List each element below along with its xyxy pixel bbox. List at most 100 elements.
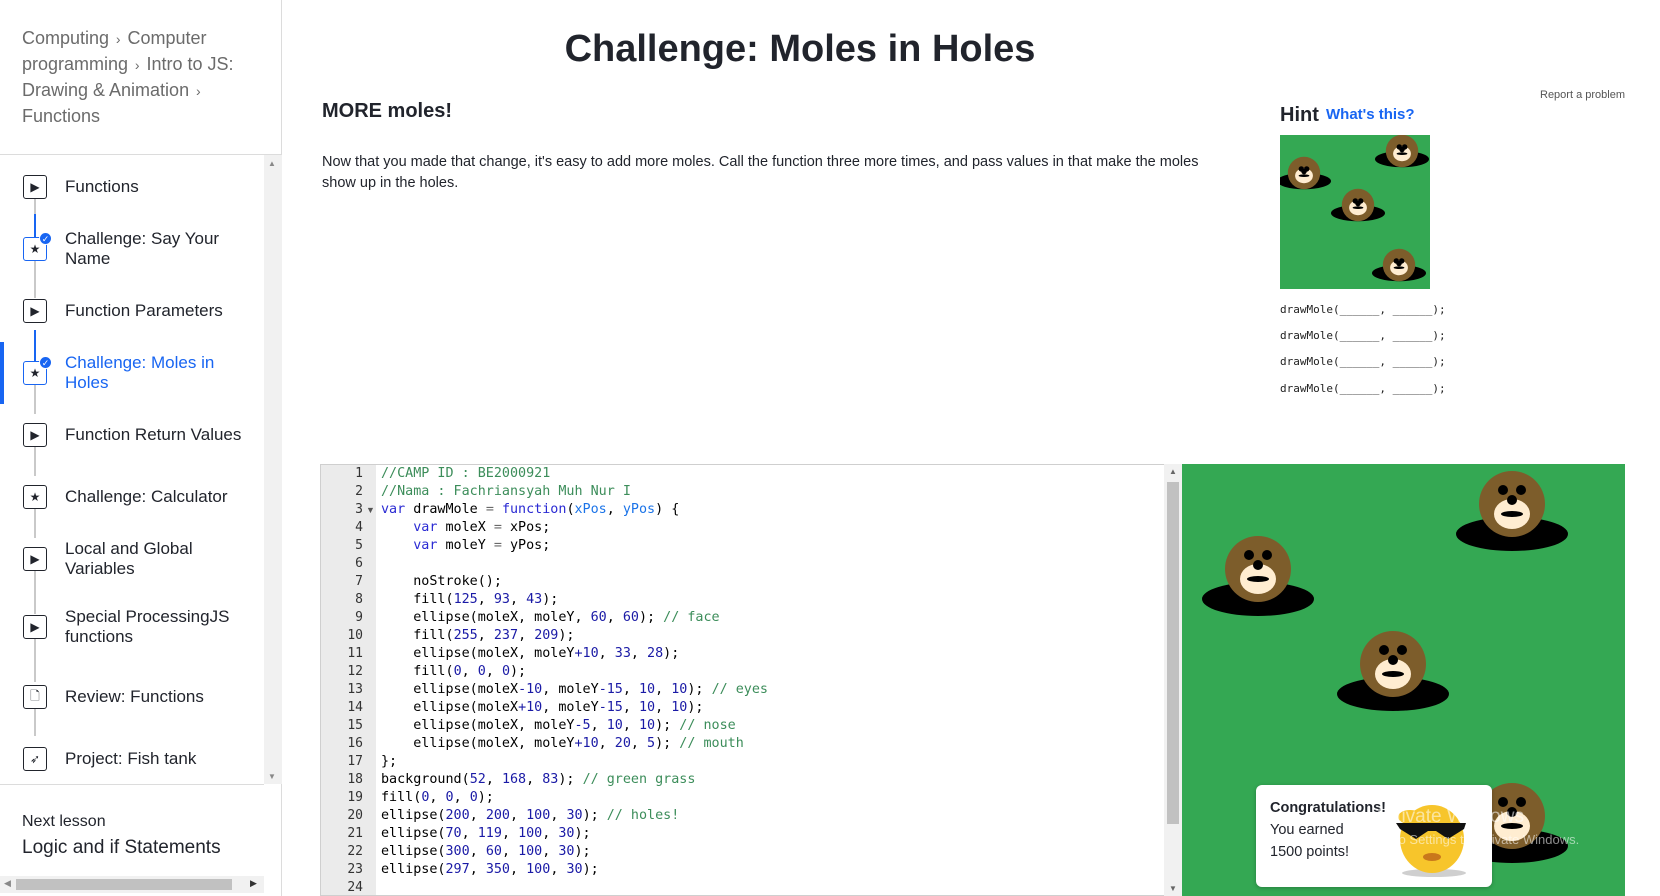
line-number: 12: [347, 664, 363, 679]
sidebar-item-label: Project: Fish tank: [65, 749, 197, 768]
line-number: 22: [347, 844, 363, 859]
breadcrumb-functions[interactable]: Functions: [22, 106, 100, 126]
sidebar-scrollbar[interactable]: ▲ ▼: [264, 155, 282, 784]
code-line: ellipse(moleX, moleY+10, 33, 28);: [381, 646, 680, 661]
scroll-down-arrow-icon[interactable]: ▼: [268, 772, 276, 781]
page-title: Challenge: Moles in Holes: [564, 28, 1036, 70]
line-number: 13: [347, 682, 363, 697]
hint-mole: [1277, 156, 1331, 190]
scroll-down-arrow-icon[interactable]: ▼: [1169, 884, 1177, 893]
line-number: 24: [347, 880, 363, 895]
next-lesson-label: Next lesson: [22, 813, 106, 830]
line-number: 19: [347, 790, 363, 805]
report-problem-link[interactable]: Report a problem: [1540, 89, 1625, 101]
sidebar-item-special-processingjs-functions[interactable]: ▶ Special ProcessingJS functions: [0, 596, 264, 658]
sidebar-item-function-return-values[interactable]: ▶ Function Return Values: [0, 404, 264, 466]
sidebar-item-functions[interactable]: ▶ Functions: [0, 156, 264, 218]
line-number: 8: [355, 592, 363, 607]
code-line: fill(0, 0, 0);: [381, 790, 494, 805]
code-line: var moleX = xPos;: [413, 520, 551, 535]
toast-text: You earned: [1270, 822, 1344, 838]
toast-points: 1500 points!: [1270, 844, 1350, 860]
code-line: //Nama : Fachriansyah Muh Nur I: [381, 484, 631, 499]
line-number: 17: [347, 754, 363, 769]
scroll-up-arrow-icon[interactable]: ▲: [268, 159, 276, 168]
code-line: ellipse(200, 200, 100, 30); // holes!: [381, 808, 680, 823]
line-number: 3: [355, 502, 363, 517]
hint-mole: [1331, 188, 1385, 222]
breadcrumb: Computing › Computer programming › Intro…: [22, 26, 262, 129]
sidebar-item-local-and-global-variables[interactable]: ▶ Local and Global Variables: [0, 528, 264, 590]
scroll-left-arrow-icon[interactable]: ◀: [4, 878, 11, 889]
code-line: fill(0, 0, 0);: [381, 664, 527, 679]
chevron-right-icon: ›: [131, 57, 144, 73]
scroll-right-arrow-icon[interactable]: ▶: [250, 878, 257, 889]
sidebar-item-label: Special ProcessingJS functions: [65, 607, 230, 646]
code-line: ellipse(300, 60, 100, 30);: [381, 844, 591, 859]
code-editor[interactable]: 1 2 3 4 5 6 7 8 9 10 11 12 13 14 15 16 1…: [320, 464, 1182, 896]
rocket-icon: ➶: [23, 747, 47, 771]
line-number: 4: [355, 520, 363, 535]
divider: [0, 784, 264, 785]
code-line: ellipse(moleX+10, moleY-15, 10, 10);: [381, 700, 704, 715]
sidebar-item-label: Function Return Values: [65, 425, 242, 444]
mole: [1337, 631, 1449, 711]
sidebar-item-label: Challenge: Moles in Holes: [65, 353, 215, 392]
instructions-text: Now that you made that change, it's easy…: [322, 154, 1199, 191]
code-line: fill(125, 93, 43);: [381, 592, 559, 607]
sidebar-item-label: Challenge: Calculator: [65, 487, 228, 506]
sidebar-item-label: Review: Functions: [65, 687, 204, 706]
fold-arrow-icon[interactable]: ▼: [366, 505, 375, 515]
code-line: ellipse(moleX, moleY-5, 10, 10); // nose: [381, 718, 736, 733]
breadcrumb-computing[interactable]: Computing: [22, 28, 109, 48]
line-number: 16: [347, 736, 363, 751]
line-number: 7: [355, 574, 363, 589]
line-number: 11: [347, 646, 363, 661]
activate-windows-subtext: Go to Settings to activate Windows.: [1374, 832, 1580, 847]
hint-mole: [1375, 134, 1429, 168]
code-line: var drawMole = function(xPos, yPos) {: [381, 502, 680, 517]
chevron-right-icon: ›: [192, 83, 201, 99]
hint-code-line: drawMole(______, ______);: [1280, 355, 1446, 368]
sidebar-item-function-parameters[interactable]: ▶ Function Parameters: [0, 280, 264, 342]
line-number: 15: [347, 718, 363, 733]
line-number: 14: [347, 700, 363, 715]
hint-code-line: drawMole(______, ______);: [1280, 303, 1446, 316]
sidebar-item-project-fish-tank[interactable]: ➶ Project: Fish tank: [0, 728, 264, 784]
scrollbar-thumb[interactable]: [1167, 482, 1179, 824]
hint-moles-svg: [1277, 134, 1429, 282]
code-line: background(52, 168, 83); // green grass: [381, 772, 696, 787]
line-number: 18: [347, 772, 363, 787]
line-number: 5: [355, 538, 363, 553]
document-icon: 🗋: [23, 685, 47, 709]
line-number: 23: [347, 862, 363, 877]
star-icon: ★: [23, 485, 47, 509]
hint-image: [1277, 134, 1430, 289]
code-line: ellipse(moleX, moleY+10, 20, 5); // mout…: [381, 736, 744, 751]
mole: [1202, 536, 1314, 616]
checkmark-icon: ✓: [39, 232, 52, 245]
scrollbar-thumb[interactable]: [16, 879, 232, 890]
step-title: MORE moles!: [322, 100, 453, 122]
code-line: ellipse(moleX, moleY, 60, 60); // face: [381, 610, 720, 625]
editor-scrollbar[interactable]: ▲ ▼: [1164, 464, 1182, 896]
code-line: ellipse(297, 350, 100, 30);: [381, 862, 599, 877]
line-number: 21: [347, 826, 363, 841]
scroll-up-arrow-icon[interactable]: ▲: [1169, 467, 1177, 476]
sidebar-item-challenge-say-your-name[interactable]: ★ ✓ Challenge: Say Your Name: [0, 218, 264, 280]
mole: [1456, 471, 1568, 551]
line-number: 1: [355, 466, 363, 481]
horizontal-scrollbar[interactable]: ◀ ▶: [0, 876, 264, 893]
lesson-list: ▶ Functions ★ ✓ Challenge: Say Your Name…: [0, 155, 264, 784]
hint-code-line: drawMole(______, ______);: [1280, 382, 1446, 395]
next-lesson-link[interactable]: Logic and if Statements: [22, 837, 221, 859]
line-number: 6: [355, 556, 363, 571]
sidebar-item-label: Function Parameters: [65, 301, 223, 320]
sidebar-item-review-functions[interactable]: 🗋 Review: Functions: [0, 666, 264, 728]
whats-this-link[interactable]: What's this?: [1326, 106, 1415, 123]
chevron-right-icon: ›: [112, 31, 125, 47]
sidebar-item-challenge-calculator[interactable]: ★ Challenge: Calculator: [0, 466, 264, 528]
sidebar-item-challenge-moles-in-holes[interactable]: ★ ✓ Challenge: Moles in Holes: [0, 342, 264, 404]
hint-code-line: drawMole(______, ______);: [1280, 329, 1446, 342]
hint-title: Hint: [1280, 104, 1319, 126]
